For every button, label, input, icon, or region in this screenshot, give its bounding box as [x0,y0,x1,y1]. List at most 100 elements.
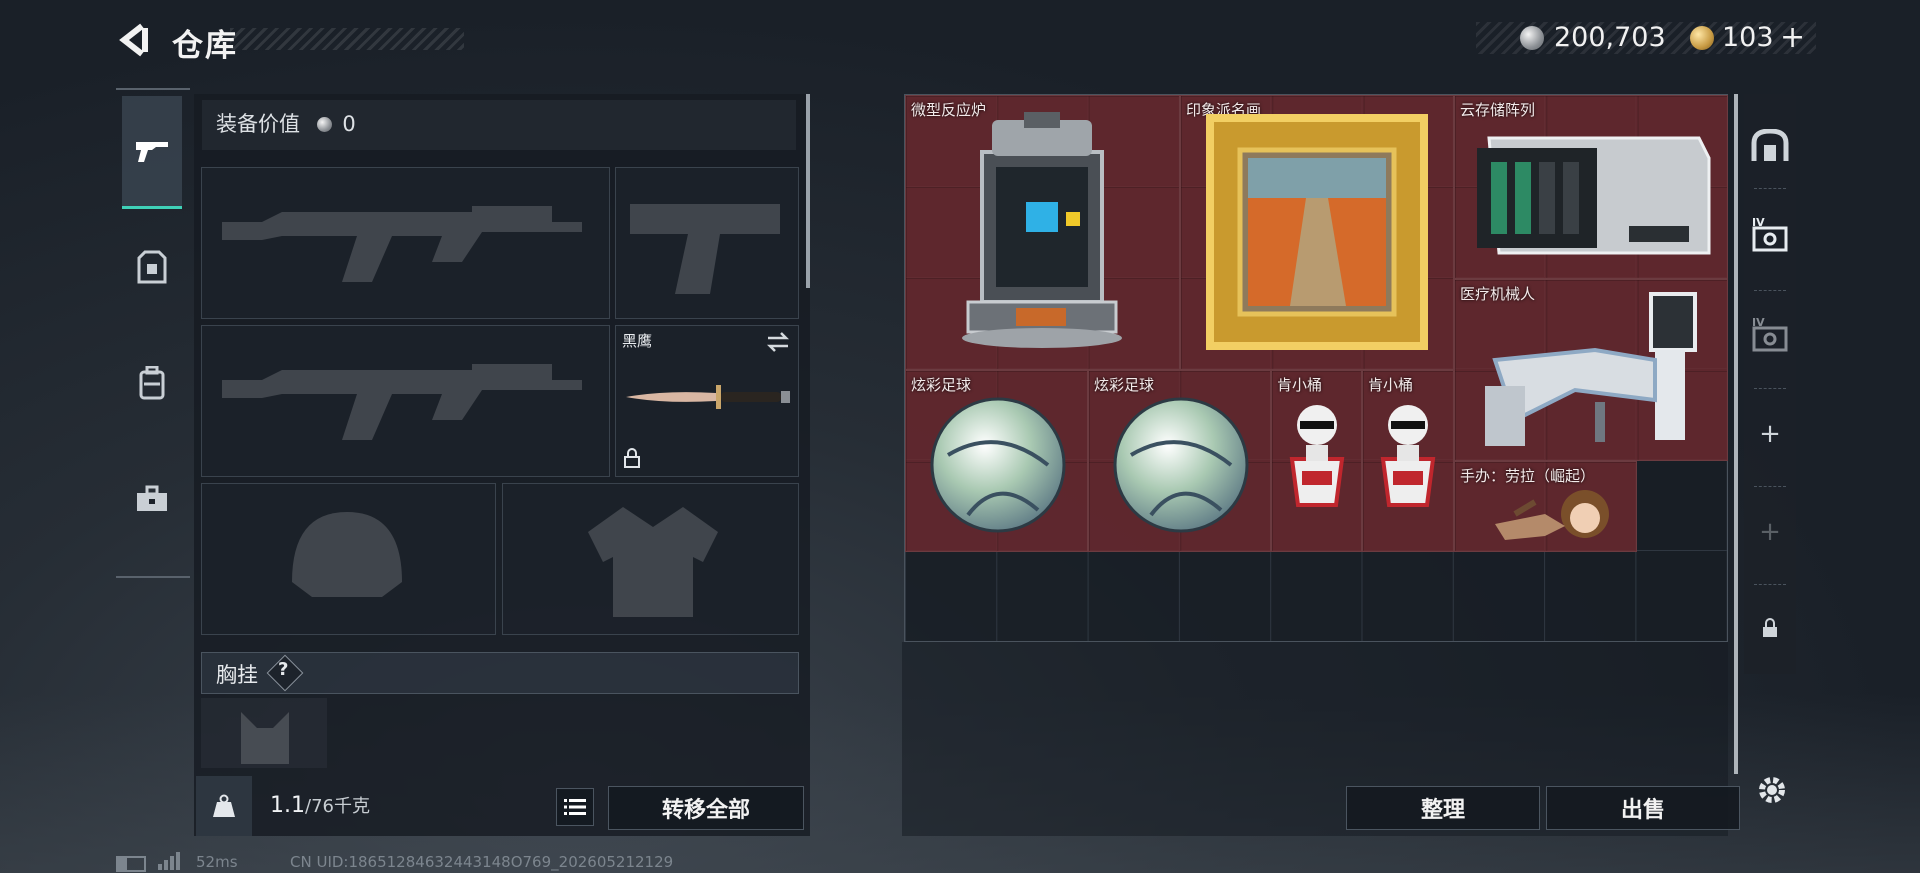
list-view-button[interactable] [556,788,594,826]
tab-container-1[interactable]: IV [1746,214,1794,254]
rail-separator [1754,584,1786,585]
uid-readout: CN UID:18651284632443148O769_20260521212… [290,853,674,871]
battery-icon [116,856,146,872]
weight-max: /76千克 [305,796,370,817]
lock-icon [1763,618,1777,637]
rail-separator [1754,486,1786,487]
reactor-icon [962,112,1122,348]
item-name: 炫彩足球 [1094,376,1155,394]
chest-rig-header: 胸挂 ? [201,652,799,694]
item-name: 炫彩足球 [911,376,972,394]
category-tab-rail [116,88,190,578]
armor-icon [137,250,167,284]
body-armor-slot[interactable] [502,483,799,635]
silver-coin-icon [1520,26,1544,50]
inventory-item[interactable]: 云存储阵列 [1454,95,1728,279]
kfc-bucket-figure-icon [1380,405,1436,507]
tab-safe[interactable] [1746,126,1794,166]
sidearm-slot[interactable] [615,167,799,319]
page-title: 仓库 [172,28,238,64]
signal-icon [158,852,184,870]
silver-coin-icon [316,117,332,132]
inventory-item[interactable]: 炫彩足球 [905,370,1088,552]
equipment-scrollbar[interactable] [806,94,810,288]
tab-container-2[interactable]: IV [1746,314,1794,354]
gear-icon [1759,777,1785,803]
weight-badge [196,776,252,836]
pistol-silhouette-icon [630,204,780,294]
inventory-item[interactable]: 手办：劳拉（崛起） [1454,461,1637,552]
back-button[interactable] [116,22,152,58]
add-container-button-disabled[interactable]: + [1746,512,1794,552]
back-arrow-icon [119,23,148,57]
inventory-item[interactable]: 印象派名画 [1180,95,1454,370]
sort-button[interactable]: 整理 [1346,786,1540,830]
painting-icon [1206,114,1428,350]
rifle-silhouette-icon [222,206,582,282]
item-name: 云存储阵列 [1460,101,1536,119]
melee-name: 黑鹰 [622,332,653,350]
inventory-item[interactable]: 医疗机械人 [1454,279,1728,461]
tab-tools[interactable] [122,444,182,554]
sell-button[interactable]: 出售 [1546,786,1740,830]
rail-separator [1754,188,1786,189]
plus-icon: + [1759,517,1781,547]
equipment-value-label: 装备价值 0 [216,108,356,138]
settings-button[interactable] [1754,772,1790,808]
container-iv-icon: IV [1752,316,1788,352]
container-iv-icon: IV [1752,216,1788,252]
server-array-icon [1477,136,1711,255]
chest-rig-label: 胸挂 [216,663,258,687]
locked-container-slot [1746,608,1794,648]
transfer-all-button[interactable]: 转移全部 [608,786,804,830]
toolbox-icon [137,485,167,511]
figurine-icon [1495,490,1609,540]
inventory-item[interactable]: 微型反应炉 [905,95,1180,370]
equipment-value-text: 装备价值 [216,112,300,136]
item-name: 手办：劳拉（崛起） [1460,467,1596,485]
weight-readout: 1.1/76千克 [270,792,370,818]
inventory-item[interactable]: 肯小桶 [1362,370,1454,552]
knife-icon [626,385,790,409]
item-name: 肯小桶 [1277,376,1323,394]
melee-slot[interactable]: 黑鹰 [615,325,799,477]
lock-icon [624,448,640,468]
gold-coin-icon [1690,26,1714,50]
backpack-icon [139,366,165,400]
title-decoration [230,28,464,50]
inventory-scrollbar[interactable] [1734,94,1738,774]
list-icon [564,799,586,815]
gold-amount: 103 [1722,22,1774,53]
kfc-bucket-figure-icon [1289,405,1345,507]
equipment-footer: 1.1/76千克 转移全部 [196,776,808,836]
football-icon [1113,397,1249,533]
item-name: 肯小桶 [1368,376,1414,394]
swap-icon[interactable] [766,332,790,352]
weight-current: 1.1 [270,793,305,818]
add-currency-button[interactable]: + [1780,20,1805,55]
tab-backpack[interactable] [122,328,182,438]
add-container-button[interactable]: + [1746,414,1794,454]
equipment-value-amount: 0 [342,112,356,136]
tab-weapons[interactable] [122,96,182,209]
helmet-silhouette-icon [292,512,402,597]
weight-icon [213,794,235,817]
helmet-slot[interactable] [201,483,496,635]
vest-silhouette-icon [588,507,718,617]
football-icon [930,397,1066,533]
primary-weapon-slot[interactable] [201,167,610,319]
battery-fill [118,858,127,870]
inventory-item[interactable]: 炫彩足球 [1088,370,1271,552]
inventory-item[interactable]: 肯小桶 [1271,370,1362,552]
chest-rig-silhouette-icon [241,712,289,764]
silver-amount: 200,703 [1554,22,1666,53]
medical-robot-icon [1485,292,1697,446]
gun-icon [136,142,168,162]
chest-rig-slot[interactable] [201,698,327,768]
secondary-weapon-slot[interactable] [201,325,610,477]
help-icon[interactable]: ? [278,659,288,680]
tab-armor[interactable] [122,212,182,322]
plus-icon: + [1759,419,1781,449]
container-tab-rail [1744,94,1796,674]
ping-readout: 52ms [196,853,238,871]
